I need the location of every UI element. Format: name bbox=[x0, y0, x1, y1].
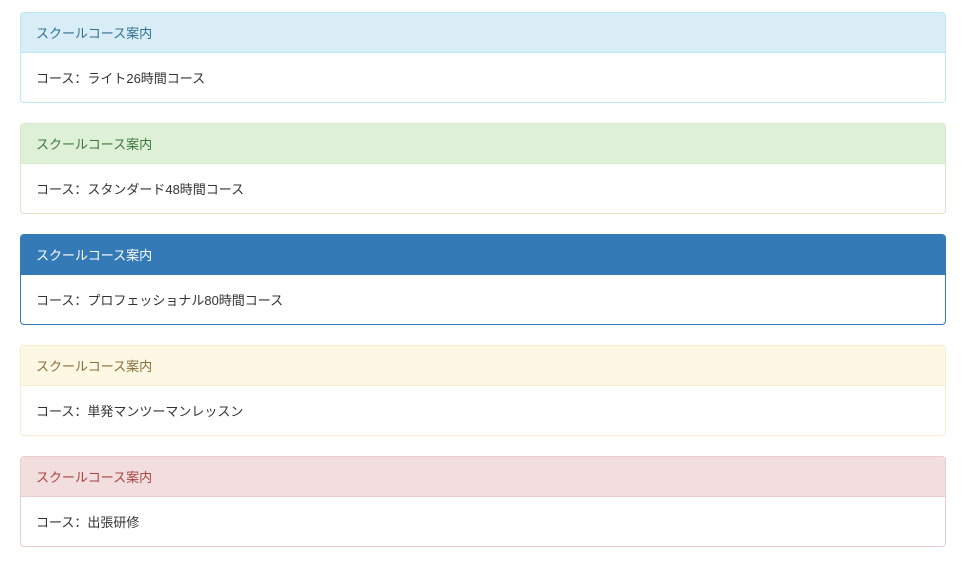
panel-body: コース：出張研修 bbox=[21, 497, 945, 546]
course-panel-warning: スクールコース案内 コース：単発マンツーマンレッスン bbox=[20, 345, 946, 436]
panel-heading: スクールコース案内 bbox=[21, 124, 945, 164]
panel-heading: スクールコース案内 bbox=[21, 457, 945, 497]
panel-heading: スクールコース案内 bbox=[21, 13, 945, 53]
course-panel-info: スクールコース案内 コース：ライト26時間コース bbox=[20, 12, 946, 103]
panel-heading: スクールコース案内 bbox=[21, 235, 945, 275]
panel-body: コース：スタンダード48時間コース bbox=[21, 164, 945, 213]
course-panel-success: スクールコース案内 コース：スタンダード48時間コース bbox=[20, 123, 946, 214]
course-panel-danger: スクールコース案内 コース：出張研修 bbox=[20, 456, 946, 547]
course-panel-primary: スクールコース案内 コース：プロフェッショナル80時間コース bbox=[20, 234, 946, 325]
panel-heading: スクールコース案内 bbox=[21, 346, 945, 386]
panel-body: コース：プロフェッショナル80時間コース bbox=[21, 275, 945, 324]
panel-body: コース：ライト26時間コース bbox=[21, 53, 945, 102]
panel-body: コース：単発マンツーマンレッスン bbox=[21, 386, 945, 435]
